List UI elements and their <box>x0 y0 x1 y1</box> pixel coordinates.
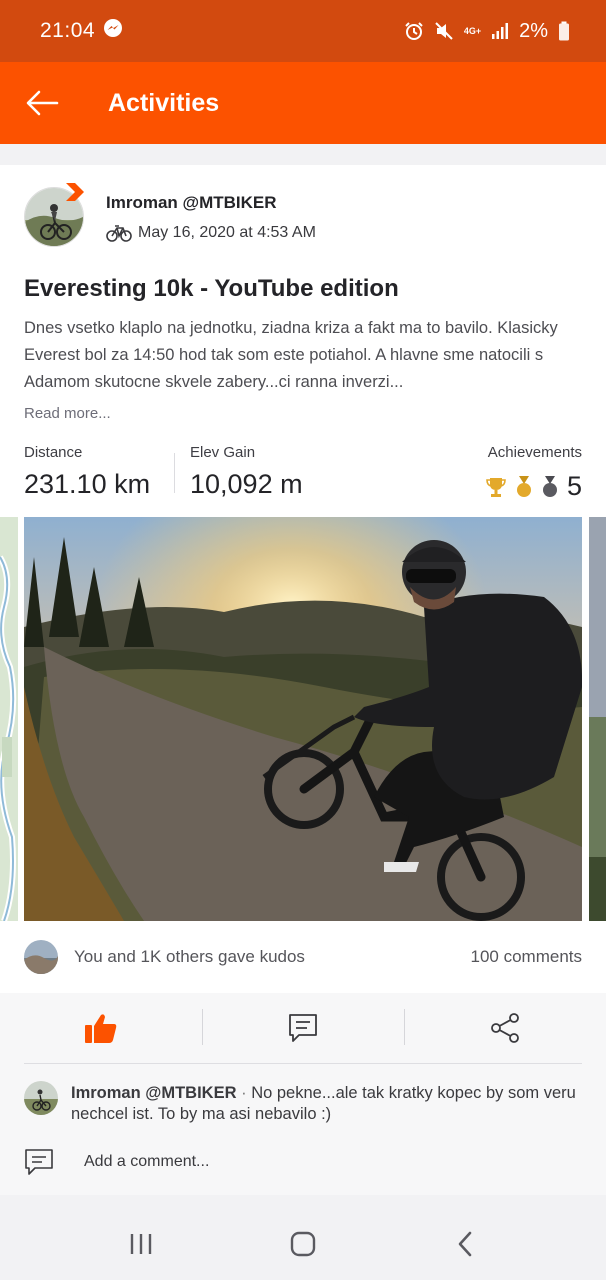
athlete-name[interactable]: Imroman @MTBIKER <box>106 193 277 213</box>
activity-meta: May 16, 2020 at 4:53 AM <box>106 224 316 242</box>
thumbs-up-icon <box>85 1014 117 1043</box>
nav-back-icon <box>458 1231 472 1256</box>
action-divider <box>404 1009 405 1045</box>
comment-avatar[interactable] <box>24 1081 58 1115</box>
achievements-count: 5 <box>566 471 582 501</box>
stat-label: Achievements <box>487 444 582 461</box>
share-icon <box>491 1013 519 1043</box>
system-nav-bar <box>0 1207 606 1280</box>
strava-badge-icon <box>66 183 84 201</box>
stat-label: Elev Gain <box>190 444 256 461</box>
divider <box>24 1063 582 1064</box>
activity-description: Dnes vsetko klaplo na jednotku, ziadna k… <box>24 319 558 391</box>
stat-distance: Distance 231.10 km <box>24 444 150 500</box>
kudos-text[interactable]: You and 1K others gave kudos <box>74 947 305 967</box>
comment-icon <box>25 1149 53 1175</box>
back-arrow-icon <box>26 90 59 116</box>
route-map-preview[interactable] <box>0 517 18 921</box>
comment-icon <box>289 1014 317 1042</box>
messenger-icon <box>103 18 123 44</box>
action-divider <box>202 1009 203 1045</box>
status-bar: 21:04 4G+ 2% <box>0 0 606 62</box>
activity-date: May 16, 2020 at 4:53 AM <box>138 224 316 241</box>
page-title: Activities <box>108 88 220 117</box>
share-button[interactable] <box>404 1003 606 1053</box>
battery-percent: 2% <box>519 19 548 42</box>
app-bar: Activities <box>0 62 606 144</box>
alarm-icon <box>404 21 424 41</box>
stat-value: 10,092 m <box>190 469 303 499</box>
home-button[interactable] <box>273 1214 333 1274</box>
network-type: 4G+ <box>463 25 482 36</box>
stat-achievements: Achievements 5 <box>485 444 582 502</box>
kudos-button[interactable] <box>0 1003 202 1053</box>
stat-divider <box>174 453 175 493</box>
kudos-avatar <box>24 940 58 974</box>
recents-icon <box>130 1233 152 1254</box>
mute-icon <box>434 21 454 41</box>
activity-photo[interactable] <box>24 517 582 921</box>
read-more-link[interactable]: Read more... <box>24 405 111 422</box>
activity-title[interactable]: Everesting 10k - YouTube edition <box>24 275 399 303</box>
stat-value: 231.10 km <box>24 469 151 499</box>
activity-card[interactable]: Imroman @MTBIKER May 16, 2020 at 4:53 AM… <box>0 165 606 1195</box>
home-icon <box>290 1231 316 1256</box>
status-time: 21:04 <box>40 19 96 42</box>
kudos-row[interactable]: You and 1K others gave kudos 100 comment… <box>0 935 606 979</box>
action-bar <box>0 1003 606 1053</box>
comment-body: Imroman @MTBIKER · No pekne...ale tak kr… <box>71 1083 591 1125</box>
stat-label: Distance <box>24 444 83 461</box>
add-comment-row[interactable]: Add a comment... <box>24 1148 209 1176</box>
stat-elevation: Elev Gain 10,092 m <box>190 444 303 500</box>
comment-button[interactable] <box>202 1003 404 1053</box>
signal-icon <box>491 22 509 40</box>
recents-button[interactable] <box>111 1214 171 1274</box>
back-button[interactable] <box>2 62 82 144</box>
nav-back-button[interactable] <box>435 1214 495 1274</box>
comment-author[interactable]: Imroman @MTBIKER <box>71 1084 237 1102</box>
medal-gold-icon <box>516 475 531 497</box>
medal-bronze-icon <box>542 475 557 497</box>
battery-icon <box>558 21 570 41</box>
add-comment-input[interactable]: Add a comment... <box>84 1153 209 1171</box>
media-carousel[interactable] <box>0 517 606 921</box>
next-photo-preview[interactable] <box>589 517 606 921</box>
comment-separator: · <box>236 1084 252 1102</box>
trophy-icon <box>486 477 506 497</box>
actions-area: Imroman @MTBIKER · No pekne...ale tak kr… <box>0 993 606 1195</box>
bike-icon <box>106 225 132 242</box>
comments-count[interactable]: 100 comments <box>471 947 583 967</box>
